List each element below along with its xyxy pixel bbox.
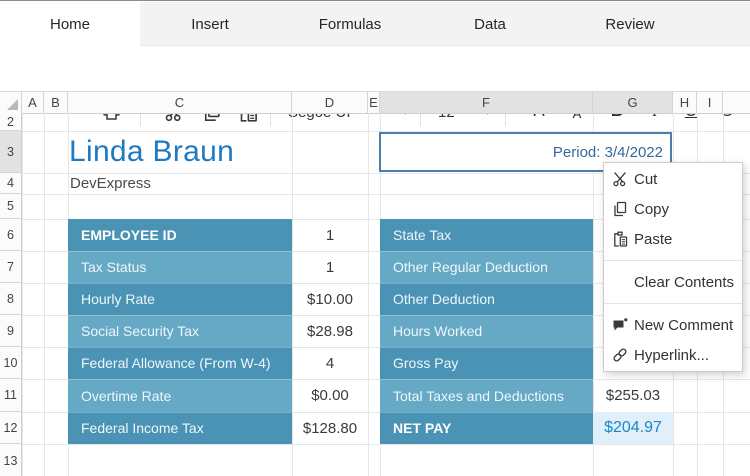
tab-label: Formulas bbox=[319, 16, 382, 33]
row-header-13[interactable]: 13 bbox=[0, 444, 22, 476]
column-header-g[interactable]: G bbox=[593, 92, 673, 114]
row-header-6[interactable]: 6 bbox=[0, 219, 22, 251]
company-name-text: DevExpress bbox=[70, 175, 151, 192]
comment-icon bbox=[612, 317, 634, 333]
column-header-b[interactable]: B bbox=[44, 92, 68, 114]
copy-icon bbox=[612, 201, 634, 217]
tab-formulas[interactable]: Formulas bbox=[280, 2, 420, 46]
cut-icon bbox=[612, 171, 634, 187]
row-header-7[interactable]: 7 bbox=[0, 251, 22, 283]
column-header-f[interactable]: F bbox=[380, 92, 593, 114]
menu-item-paste[interactable]: Paste bbox=[604, 224, 742, 254]
column-header-c[interactable]: C bbox=[68, 92, 292, 114]
column-header-d[interactable]: D bbox=[292, 92, 368, 114]
tab-data[interactable]: Data bbox=[420, 2, 560, 46]
tab-label: Data bbox=[474, 16, 506, 33]
tab-insert[interactable]: Insert bbox=[140, 2, 280, 46]
menu-item-label: Clear Contents bbox=[634, 274, 734, 291]
gridline bbox=[22, 113, 23, 476]
table-row[interactable]: Total Taxes and Deductions$255.03 bbox=[380, 379, 673, 412]
row-header-9[interactable]: 9 bbox=[0, 315, 22, 347]
table-row[interactable]: Hourly Rate$10.00 bbox=[68, 283, 368, 315]
tab-label: Insert bbox=[191, 16, 229, 33]
menu-item-label: Paste bbox=[634, 231, 672, 248]
column-header-row: A B C D E F G H I bbox=[0, 91, 750, 113]
menu-separator bbox=[604, 303, 742, 304]
row-header-12[interactable]: 12 bbox=[0, 412, 22, 444]
column-header-i[interactable]: I bbox=[697, 92, 723, 114]
ribbon-tab-bar: Home Insert Formulas Data Review bbox=[0, 2, 750, 46]
menu-item-clear-contents[interactable]: Clear Contents bbox=[604, 267, 742, 297]
context-menu: Cut Copy Paste Clear Contents New Commen… bbox=[603, 162, 743, 372]
tab-label: Review bbox=[605, 16, 654, 33]
table-row[interactable]: Tax Status1 bbox=[68, 251, 368, 283]
column-header-e[interactable]: E bbox=[368, 92, 380, 114]
menu-item-label: Hyperlink... bbox=[634, 347, 709, 364]
gridline bbox=[22, 444, 750, 445]
menu-item-label: Copy bbox=[634, 201, 669, 218]
employee-info-table: EMPLOYEE ID1 Tax Status1 Hourly Rate$10.… bbox=[68, 219, 368, 444]
toolbar: ↶ ↷ ? bbox=[0, 46, 750, 91]
table-row[interactable]: Overtime Rate$0.00 bbox=[68, 379, 368, 412]
row-header-4[interactable]: 4 bbox=[0, 173, 22, 194]
row-header-3[interactable]: 3 bbox=[0, 131, 22, 173]
menu-item-new-comment[interactable]: New Comment bbox=[604, 310, 742, 340]
period-text: Period: 3/4/2022 bbox=[553, 144, 663, 161]
row-header-2[interactable]: 2 bbox=[0, 113, 22, 131]
row-header-5[interactable]: 5 bbox=[0, 194, 22, 219]
tab-review[interactable]: Review bbox=[560, 2, 700, 46]
table-row[interactable]: EMPLOYEE ID1 bbox=[68, 219, 368, 251]
gridline bbox=[44, 113, 45, 476]
menu-separator bbox=[604, 260, 742, 261]
tab-home[interactable]: Home bbox=[0, 2, 140, 47]
table-row[interactable]: Federal Allowance (From W-4)4 bbox=[68, 347, 368, 379]
column-header-h[interactable]: H bbox=[673, 92, 697, 114]
net-pay-value[interactable]: $204.97 bbox=[593, 412, 673, 444]
row-header-8[interactable]: 8 bbox=[0, 283, 22, 315]
table-row[interactable]: NET PAY$204.97 bbox=[380, 412, 673, 444]
select-all-triangle-icon bbox=[7, 99, 18, 110]
menu-item-label: Cut bbox=[634, 171, 657, 188]
table-row[interactable]: Social Security Tax$28.98 bbox=[68, 315, 368, 347]
paste-icon bbox=[612, 231, 634, 247]
menu-item-cut[interactable]: Cut bbox=[604, 164, 742, 194]
gridline bbox=[368, 113, 369, 476]
row-header-11[interactable]: 11 bbox=[0, 379, 22, 412]
select-all-corner[interactable] bbox=[0, 92, 22, 114]
menu-item-copy[interactable]: Copy bbox=[604, 194, 742, 224]
row-header-10[interactable]: 10 bbox=[0, 347, 22, 379]
menu-item-hyperlink[interactable]: Hyperlink... bbox=[604, 340, 742, 370]
table-row[interactable]: Federal Income Tax$128.80 bbox=[68, 412, 368, 444]
employee-name-text: Linda Braun bbox=[69, 135, 234, 169]
column-header-a[interactable]: A bbox=[22, 92, 44, 114]
hyperlink-icon bbox=[612, 347, 634, 363]
column-header-partial[interactable] bbox=[723, 92, 750, 114]
menu-item-label: New Comment bbox=[634, 317, 733, 334]
tab-label: Home bbox=[50, 16, 90, 33]
